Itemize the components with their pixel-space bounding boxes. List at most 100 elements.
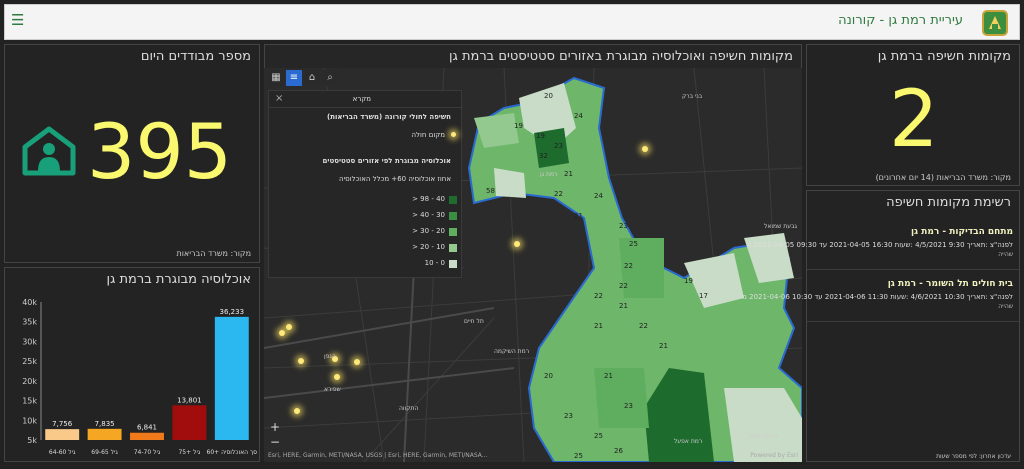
zone-value-label: 21 — [574, 212, 583, 220]
exposure-place-name: מתחם הבדיקות - רמת גן — [910, 227, 1013, 237]
zone-value-label: 22 — [619, 282, 628, 290]
bar-value-label: 7,756 — [52, 420, 73, 428]
bar[interactable] — [45, 429, 80, 440]
place-label: תל חיים — [464, 318, 484, 325]
place-label: רמת גן — [540, 171, 558, 178]
isolated-source: מקור: משרד הבריאות — [176, 249, 251, 258]
exposure-count-source: מקור: משרד הבריאות (14 יום אחרונים) — [875, 173, 1011, 182]
panel-title: אוכלוסיה מבוגרת ברמת גן — [106, 272, 251, 287]
search-icon[interactable]: ⌕ — [322, 70, 338, 86]
exposure-point-dot[interactable] — [294, 408, 300, 414]
panel-title: מקומות חשיפה ברמת גן — [877, 49, 1011, 64]
home-person-icon — [22, 126, 76, 176]
isolated-count: 395 — [87, 107, 233, 196]
zone-value-label: 26 — [614, 447, 623, 455]
divider — [269, 107, 463, 108]
place-label: התקווה — [399, 405, 419, 412]
exposure-point-dot[interactable] — [334, 374, 340, 380]
bar-value-label: 36,233 — [220, 308, 245, 316]
zoom-out-button[interactable]: − — [270, 435, 280, 449]
legend-class-swatch — [449, 196, 457, 204]
exposure-count-value: 2 — [889, 75, 939, 165]
legend-class-label: 40 - 98 < — [412, 195, 445, 203]
y-tick-label: 5k — [27, 436, 37, 445]
x-category-label: סך האוכלוסיה +60 — [207, 449, 258, 456]
divider — [807, 321, 1019, 322]
legend-dot-icon — [451, 132, 456, 137]
zone-value-label: 19 — [514, 122, 523, 130]
bar-value-label: 13,801 — [177, 396, 202, 404]
zone-value-label: 22 — [624, 262, 633, 270]
exposure-point-dot[interactable] — [279, 330, 285, 336]
bar[interactable] — [172, 405, 207, 440]
zone-value-label: 25 — [594, 432, 603, 440]
exposure-point-dot[interactable] — [286, 324, 292, 330]
zone-value-label: 24 — [574, 112, 583, 120]
exposure-place-name: בית חולים תל השומר - רמת גן — [887, 279, 1013, 289]
esri-powered-label: Powered by Esri — [750, 452, 798, 459]
legend-class-label: 30 - 40 < — [412, 211, 445, 219]
zone-value-label: 24 — [594, 192, 603, 200]
exposure-point-dot[interactable] — [354, 359, 360, 365]
exposure-point-dot[interactable] — [642, 146, 648, 152]
panel-title: רשימת מקומות חשיפה — [886, 195, 1011, 210]
exposure-list-item[interactable]: מתחם הבדיקות - רמת גן לפנה"צ :תאריך 9:30… — [746, 227, 1013, 258]
map-attribution: Esri, HERE, Garmin, METI/NASA, USGS | Es… — [268, 452, 488, 459]
place-label: שפירא — [324, 386, 341, 393]
divider — [807, 269, 1019, 270]
close-icon[interactable]: × — [275, 93, 283, 104]
place-label: רמת אפעל — [674, 438, 703, 445]
zone-value-label: 21 — [604, 372, 613, 380]
bar[interactable] — [130, 432, 164, 440]
zone-value-label: 22 — [639, 322, 648, 330]
legend-list-icon[interactable]: ≡ — [286, 70, 302, 86]
top-bar: ☰ עיריית רמת גן - קורונה — [4, 4, 1020, 40]
legend-class-swatch — [449, 228, 457, 236]
legend-header: מקרא — [352, 95, 371, 103]
zone-value-label: 17 — [699, 292, 708, 300]
y-tick-label: 25k — [22, 357, 37, 366]
exposure-time: לפנה"צ :תאריך 9:30 4/5/2021 :שעות 16:30 … — [746, 241, 1013, 249]
zone-value-label: 21 — [659, 342, 668, 350]
zone-value-label: 21 — [619, 302, 628, 310]
zone-value-label: 22 — [594, 292, 603, 300]
older-population-panel: אוכלוסיה מבוגרת ברמת גן 5k 10k 15k 20k 25k 30… — [4, 267, 260, 462]
y-tick-label: 20k — [22, 377, 37, 386]
exposure-point-dot[interactable] — [298, 358, 304, 364]
map-view[interactable]: 20 19 24 19 32 23 21 22 21 24 23 25 22 22 22 21 21 22 19 17… — [264, 68, 802, 462]
zone-value-label: 25 — [574, 452, 583, 460]
y-tick-label: 10k — [22, 416, 37, 425]
zoom-in-button[interactable]: + — [270, 420, 280, 434]
bar[interactable] — [87, 428, 122, 440]
zone-value-label: 21 — [564, 170, 573, 178]
zone-value-label: 20 — [544, 92, 553, 100]
x-category-label: גיל 64-60 — [49, 449, 76, 456]
exposure-list-item[interactable]: בית חולים תל השומר - רמת גן לפנה"צ :תארי… — [742, 279, 1013, 310]
municipality-logo-icon — [982, 10, 1008, 36]
legend-class-label: 0 - 10 — [424, 259, 445, 267]
y-tick-label: 15k — [22, 397, 37, 406]
basemap-gallery-icon[interactable]: ▦ — [268, 70, 284, 86]
legend-item-label: מקום חולה — [411, 131, 445, 139]
place-label: הגפן — [324, 353, 336, 360]
hamburger-menu-icon[interactable]: ☰ — [11, 11, 24, 29]
bar-value-label: 7,835 — [95, 420, 115, 428]
bar-value-label: 6,841 — [137, 424, 157, 432]
home-icon[interactable]: ⌂ — [304, 70, 320, 86]
zone-value-label: 23 — [564, 412, 573, 420]
legend-class-label: 20 - 30 < — [412, 227, 445, 235]
exposure-point-dot[interactable] — [514, 241, 520, 247]
legend-subtitle: אחוז אוכלוסיה 60+ מכלל האוכלוסיה — [339, 175, 451, 183]
panel-title: מספר מבודדים היום — [140, 49, 251, 64]
exposure-list-panel: רשימת מקומות חשיפה מתחם הבדיקות - רמת גן… — [742, 190, 1020, 462]
zone-value-label: 58 — [486, 187, 495, 195]
place-label: נחלת יצחק — [749, 433, 778, 440]
exposure-comment: שהייה — [998, 251, 1013, 258]
legend-section-title: חשיפה לחולי קורונה (משרד הבריאות) — [327, 113, 451, 121]
older-population-bar-chart: 5k 10k 15k 20k 25k 30k 35k 40k 7,756 גיל 64-60 7,8… — [22, 298, 258, 456]
zone-value-label: 21 — [594, 322, 603, 330]
bar[interactable] — [214, 316, 249, 440]
exposure-count-panel: מקומות חשיפה ברמת גן 2 מקור: משרד הבריאו… — [806, 44, 1020, 186]
zone-value-label: 20 — [544, 372, 553, 380]
app-title: עיריית רמת גן - קורונה — [838, 13, 963, 28]
